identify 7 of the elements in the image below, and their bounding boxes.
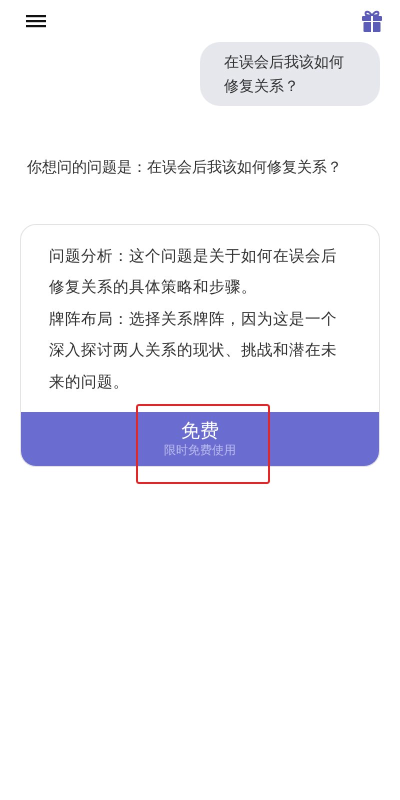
reply-intro-text: 你想问的问题是：在误会后我该如何修复关系？ [27,157,343,178]
analysis-paragraph: 牌阵布局：选择关系牌阵，因为这是一个深入探讨两人关系的现状、挑战和潜在未来的问题。 [48,308,338,392]
analysis-paragraph: 问题分析：这个问题是关于如何在误会后修复关系的具体策略和步骤。 [48,246,338,298]
gift-icon[interactable] [362,10,382,32]
menu-icon[interactable] [26,14,46,28]
user-message-bubble: 在误会后我该如何修复关系？ [200,42,380,106]
free-button[interactable]: 免费 限时免费使用 [21,412,379,466]
